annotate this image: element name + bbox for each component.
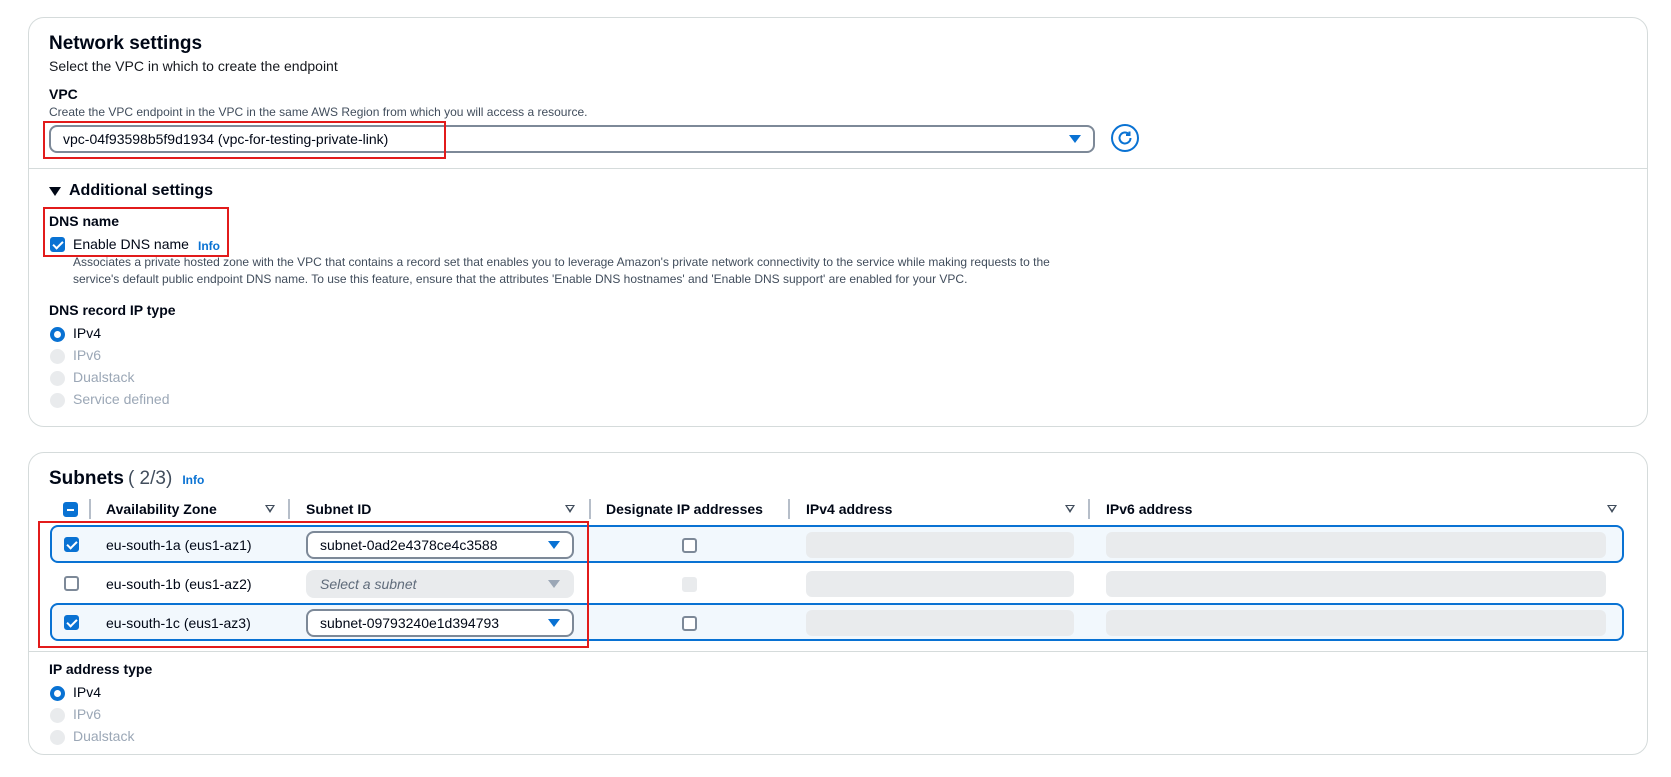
ip-type-ipv4-label: IPv4 [73, 684, 102, 700]
ipv4-address-input [806, 532, 1074, 558]
sort-icon[interactable] [265, 505, 275, 513]
section-divider [28, 168, 1648, 169]
dns-record-ipv6-radio [50, 349, 65, 364]
sort-icon[interactable] [1065, 505, 1075, 513]
column-header-designate-ip: Designate IP addresses [606, 501, 763, 517]
vpc-description: Create the VPC endpoint in the VPC in th… [49, 105, 588, 119]
dns-highlight-box [43, 207, 229, 257]
ipv6-address-input [1106, 571, 1606, 597]
ip-type-dualstack-radio [50, 730, 65, 745]
sort-icon[interactable] [1607, 505, 1617, 513]
network-settings-panel [28, 17, 1648, 427]
section-divider [28, 651, 1648, 652]
additional-settings-toggle[interactable]: Additional settings [49, 182, 213, 200]
subnets-highlight-box [38, 521, 589, 648]
caret-down-icon [49, 186, 61, 196]
additional-settings-label: Additional settings [69, 182, 213, 199]
column-separator [788, 499, 790, 519]
ipv4-address-input [806, 571, 1074, 597]
dns-record-dualstack-radio [50, 371, 65, 386]
ip-type-ipv6-radio [50, 708, 65, 723]
ip-type-dualstack-label: Dualstack [73, 728, 135, 744]
caret-down-icon [1069, 135, 1081, 143]
dns-record-ipv6-label: IPv6 [73, 347, 102, 363]
dns-description-line2: service's default public endpoint DNS na… [73, 272, 968, 286]
column-separator [1088, 499, 1090, 519]
refresh-icon [1118, 131, 1132, 145]
designate-ip-checkbox [682, 577, 697, 592]
ipv4-address-input [806, 610, 1074, 636]
vpc-highlight-box [43, 121, 446, 159]
subnets-header: Subnets ( 2/3) Info [49, 468, 204, 490]
column-separator [89, 499, 91, 519]
designate-ip-checkbox[interactable] [682, 538, 697, 553]
ip-address-type-label: IP address type [49, 661, 153, 677]
dns-record-ip-type-label: DNS record IP type [49, 302, 176, 318]
column-separator [288, 499, 290, 519]
column-header-ipv4-address[interactable]: IPv4 address [806, 501, 892, 517]
select-all-checkbox[interactable] [63, 502, 78, 517]
ipv6-address-input [1106, 532, 1606, 558]
ip-type-ipv4-radio[interactable] [50, 686, 65, 701]
sort-icon[interactable] [565, 505, 575, 513]
vpc-label: VPC [49, 86, 78, 102]
subnets-info-link[interactable]: Info [182, 473, 204, 487]
dns-record-dualstack-label: Dualstack [73, 369, 135, 385]
dns-record-service-defined-label: Service defined [73, 391, 170, 407]
dns-record-ipv4-label: IPv4 [73, 325, 102, 341]
ipv6-address-input [1106, 610, 1606, 636]
ip-type-ipv6-label: IPv6 [73, 706, 102, 722]
refresh-button[interactable] [1111, 124, 1139, 152]
dns-record-ipv4-radio[interactable] [50, 327, 65, 342]
network-settings-subtitle: Select the VPC in which to create the en… [49, 58, 338, 74]
subnets-title: Subnets [49, 468, 124, 489]
subnets-count: ( 2/3) [127, 468, 173, 489]
column-header-availability-zone[interactable]: Availability Zone [106, 501, 217, 517]
network-settings-title: Network settings [49, 33, 203, 54]
designate-ip-checkbox[interactable] [682, 616, 697, 631]
column-header-ipv6-address[interactable]: IPv6 address [1106, 501, 1192, 517]
column-header-subnet-id[interactable]: Subnet ID [306, 501, 371, 517]
dns-description-line1: Associates a private hosted zone with th… [73, 255, 1050, 269]
column-separator [589, 499, 591, 519]
dns-record-service-defined-radio [50, 393, 65, 408]
